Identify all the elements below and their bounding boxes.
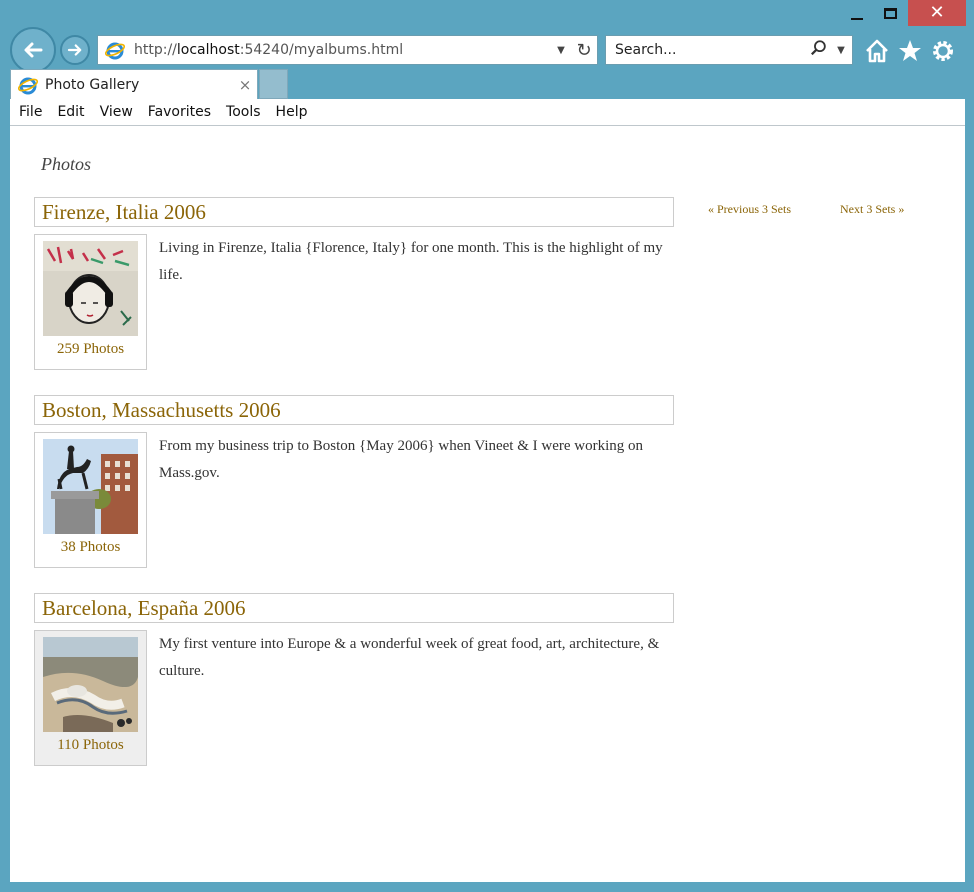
- forward-button[interactable]: [60, 35, 90, 65]
- menu-favorites[interactable]: Favorites: [148, 104, 211, 120]
- album-description: Living in Firenze, Italia {Florence, Ita…: [159, 240, 663, 283]
- previous-sets-link[interactable]: « Previous 3 Sets: [708, 202, 791, 217]
- album-thumbnail-box[interactable]: 259 Photos: [34, 234, 147, 370]
- album-thumbnail-box[interactable]: 110 Photos: [34, 630, 147, 766]
- new-tab-button[interactable]: [259, 69, 288, 99]
- close-window-button[interactable]: ✕: [908, 0, 966, 26]
- menu-view[interactable]: View: [100, 104, 133, 120]
- next-sets-link[interactable]: Next 3 Sets »: [840, 202, 904, 217]
- album-title-link[interactable]: Firenze, Italia 2006: [42, 200, 206, 225]
- menu-help[interactable]: Help: [276, 104, 308, 120]
- tab-ie-icon: [17, 74, 39, 96]
- menu-file[interactable]: File: [19, 104, 42, 120]
- menu-edit[interactable]: Edit: [57, 104, 84, 120]
- star-icon[interactable]: [897, 38, 923, 64]
- search-dropdown-icon[interactable]: ▼: [830, 45, 852, 56]
- address-bar[interactable]: http://localhost:54240/myalbums.html ▼ ↻: [97, 35, 598, 65]
- minimize-icon: [851, 18, 863, 20]
- album-thumbnail[interactable]: [43, 637, 138, 732]
- album-title-link[interactable]: Boston, Massachusetts 2006: [42, 398, 281, 423]
- photo-count-link[interactable]: 38 Photos: [35, 539, 146, 556]
- album-thumbnail-box[interactable]: 38 Photos: [34, 432, 147, 568]
- ie-icon: [104, 39, 126, 61]
- album-header: Barcelona, España 2006: [34, 593, 674, 623]
- album-description: My first venture into Europe & a wonderf…: [159, 636, 660, 679]
- menu-bar: File Edit View Favorites Tools Help: [10, 99, 965, 126]
- photo-count-link[interactable]: 259 Photos: [35, 341, 146, 358]
- forward-icon: [67, 44, 82, 56]
- url-text[interactable]: http://localhost:54240/myalbums.html: [134, 42, 551, 58]
- menu-tools[interactable]: Tools: [226, 104, 261, 120]
- search-box[interactable]: Search... ▼: [605, 35, 853, 65]
- album-thumbnail[interactable]: [43, 439, 138, 534]
- close-tab-icon[interactable]: ×: [233, 76, 257, 94]
- album-header: Firenze, Italia 2006: [34, 197, 674, 227]
- browser-window: ✕ http://localhost:54240/myalbums.html ▼…: [0, 0, 974, 892]
- gear-icon[interactable]: [930, 38, 956, 64]
- address-dropdown-icon[interactable]: ▼: [551, 45, 571, 56]
- album-header: Boston, Massachusetts 2006: [34, 395, 674, 425]
- album-thumbnail[interactable]: [43, 241, 138, 336]
- tab-title: Photo Gallery: [45, 76, 140, 93]
- search-icon[interactable]: [808, 39, 830, 61]
- back-button[interactable]: [10, 27, 56, 73]
- maximize-button[interactable]: [874, 0, 906, 26]
- maximize-icon: [883, 7, 897, 19]
- refresh-icon[interactable]: ↻: [571, 40, 597, 61]
- photo-count-link[interactable]: 110 Photos: [35, 737, 146, 754]
- minimize-button[interactable]: [842, 0, 872, 26]
- back-icon: [24, 42, 43, 58]
- album-description: From my business trip to Boston {May 200…: [159, 438, 644, 481]
- home-icon[interactable]: [864, 38, 890, 64]
- album-title-link[interactable]: Barcelona, España 2006: [42, 596, 246, 621]
- search-input[interactable]: Search...: [615, 42, 808, 58]
- page-title: Photos: [41, 154, 92, 174]
- close-icon: ✕: [929, 2, 945, 23]
- page-content: Photos « Previous 3 Sets Next 3 Sets » F…: [10, 126, 965, 882]
- tab-photo-gallery[interactable]: Photo Gallery ×: [10, 69, 258, 99]
